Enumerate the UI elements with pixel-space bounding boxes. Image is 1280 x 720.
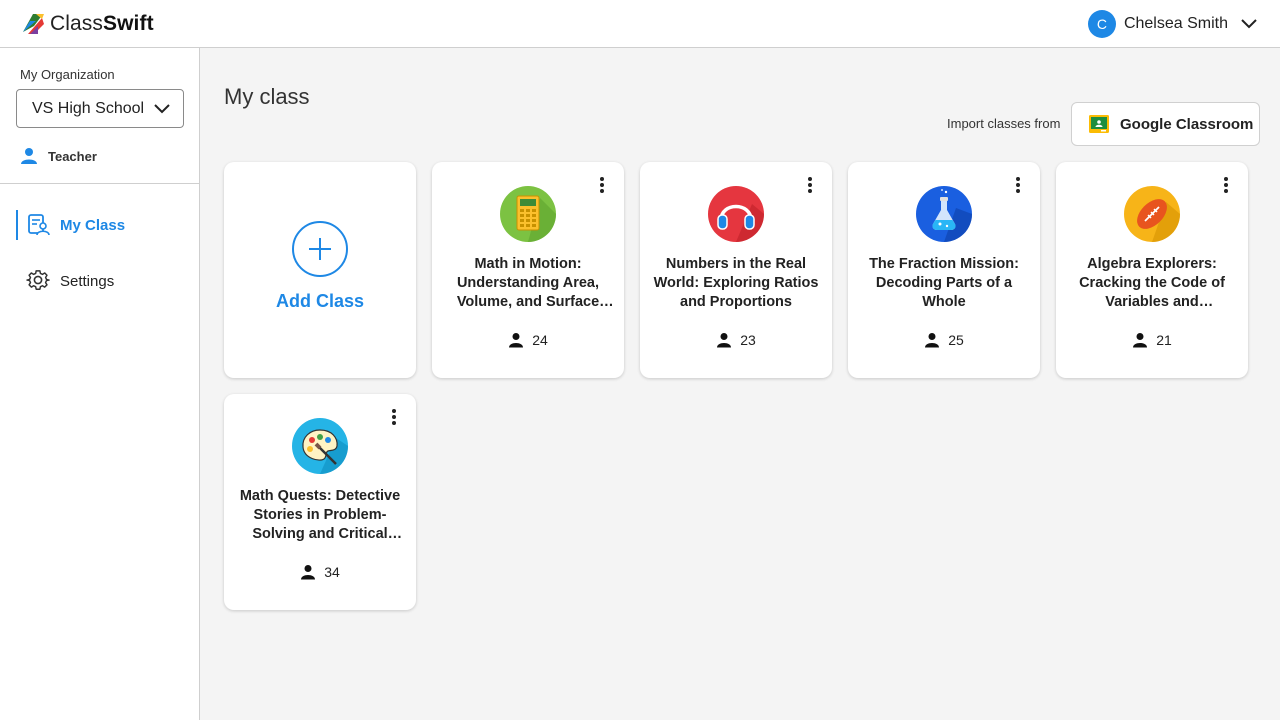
person-icon <box>509 333 524 348</box>
sidebar-item-label: Settings <box>60 272 115 290</box>
organization-value: VS High School <box>32 100 145 117</box>
add-class-card[interactable]: Add Class <box>224 162 416 378</box>
class-card[interactable]: Math in Motion: Understanding Area, Volu… <box>432 162 624 378</box>
person-icon <box>301 565 316 580</box>
person-icon <box>1133 333 1148 348</box>
user-name: Chelsea Smith <box>1123 15 1228 32</box>
sidebar-item-settings[interactable]: Settings <box>16 266 196 296</box>
class-card[interactable]: Math Quests: Detective Stories in Proble… <box>224 394 416 610</box>
class-title: Numbers in the Real World: Exploring Rat… <box>653 256 819 310</box>
student-count: 24 <box>432 332 624 348</box>
class-title: Math in Motion: Understanding Area, Volu… <box>456 256 600 310</box>
classswift-logo-icon <box>23 14 44 34</box>
organization-select[interactable]: VS High School <box>16 89 184 128</box>
student-count-value: 24 <box>532 332 548 348</box>
headphones-icon <box>708 186 764 242</box>
student-count-value: 34 <box>324 564 340 580</box>
chevron-down-icon <box>1241 19 1257 29</box>
sidebar: My Organization VS High School Teacher M… <box>0 48 200 720</box>
sidebar-item-label: My Class <box>60 216 126 234</box>
logo-text-bold: Swift <box>103 12 154 35</box>
class-title: The Fraction Mission: Decoding Parts of … <box>869 256 1019 310</box>
class-card[interactable]: Algebra Explorers: Cracking the Code of … <box>1056 162 1248 378</box>
person-icon <box>925 333 940 348</box>
sidebar-item-my-class[interactable]: My Class <box>16 210 196 240</box>
person-icon <box>21 148 37 164</box>
student-count-value: 21 <box>1156 332 1172 348</box>
student-count: 25 <box>848 332 1040 348</box>
class-card[interactable]: Numbers in the Real World: Exploring Rat… <box>640 162 832 378</box>
palette-icon <box>292 418 348 474</box>
more-options-icon[interactable] <box>1218 176 1234 194</box>
page-title: My class <box>224 84 310 109</box>
organization-label: My Organization <box>20 67 115 82</box>
more-options-icon[interactable] <box>802 176 818 194</box>
plus-icon <box>292 221 348 277</box>
football-icon <box>1124 186 1180 242</box>
student-count: 34 <box>224 564 416 580</box>
class-title: Math Quests: Detective Stories in Proble… <box>239 488 401 542</box>
gear-icon <box>26 270 50 290</box>
more-options-icon[interactable] <box>594 176 610 194</box>
role-indicator: Teacher <box>20 147 97 165</box>
user-menu[interactable]: C Chelsea Smith <box>1087 10 1258 38</box>
google-classroom-icon <box>1089 115 1109 133</box>
google-classroom-button[interactable]: Google Classroom <box>1071 102 1260 146</box>
calculator-icon <box>500 186 556 242</box>
top-bar: ClassSwift C Chelsea Smith <box>0 0 1280 48</box>
classswift-logo[interactable]: ClassSwift <box>20 12 154 36</box>
google-classroom-label: Google Classroom <box>1120 115 1254 133</box>
import-label: Import classes from <box>947 116 1061 131</box>
role-label: Teacher <box>48 148 97 164</box>
more-options-icon[interactable] <box>1010 176 1026 194</box>
class-card[interactable]: The Fraction Mission: Decoding Parts of … <box>848 162 1040 378</box>
add-class-label: Add Class <box>275 291 365 311</box>
roster-icon <box>28 214 50 236</box>
avatar: C <box>1087 10 1116 38</box>
student-count: 23 <box>640 332 832 348</box>
class-title: Algebra Explorers: Cracking the Code of … <box>1079 256 1225 310</box>
sidebar-divider <box>0 183 199 184</box>
student-count-value: 25 <box>948 332 964 348</box>
person-icon <box>717 333 732 348</box>
logo-text: ClassSwift <box>50 12 154 36</box>
more-options-icon[interactable] <box>386 408 402 426</box>
student-count-value: 23 <box>740 332 756 348</box>
student-count: 21 <box>1056 332 1248 348</box>
chevron-down-icon <box>154 104 170 114</box>
logo-text-light: Class <box>50 12 104 35</box>
flask-icon <box>916 186 972 242</box>
